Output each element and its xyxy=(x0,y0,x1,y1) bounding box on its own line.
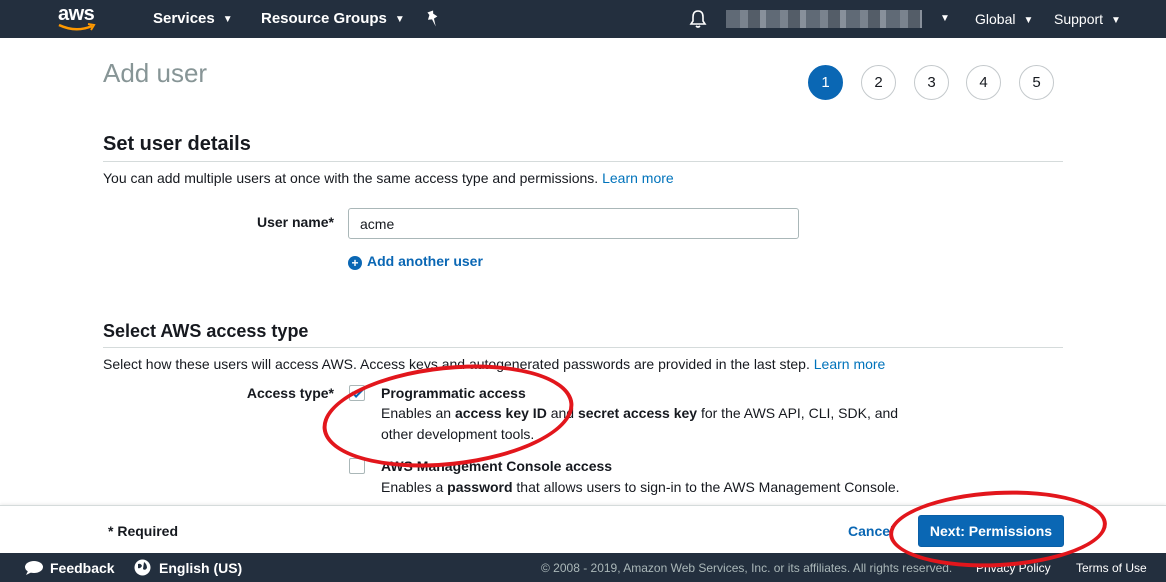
programmatic-access-title: Programmatic access xyxy=(381,385,526,401)
step-2[interactable]: 2 xyxy=(861,65,896,100)
feedback-label: Feedback xyxy=(50,560,115,576)
divider xyxy=(103,161,1063,162)
desc-text: that allows users to sign-in to the AWS … xyxy=(512,479,900,495)
user-details-heading: Set user details xyxy=(103,133,251,155)
add-another-user-button[interactable]: + Add another user xyxy=(348,253,483,270)
desc-emphasis: access key ID xyxy=(454,405,547,421)
language-selector[interactable]: English (US) xyxy=(134,553,242,582)
chevron-down-icon[interactable]: ▼ xyxy=(940,0,950,38)
step-4[interactable]: 4 xyxy=(966,65,1001,100)
user-details-description: You can add multiple users at once with … xyxy=(103,170,674,186)
aws-smile-icon xyxy=(58,23,96,31)
bell-icon[interactable] xyxy=(689,9,707,29)
programmatic-access-checkbox[interactable] xyxy=(349,385,365,401)
user-name-label: User name* xyxy=(256,214,334,230)
desc-emphasis: secret access key xyxy=(577,405,698,421)
aws-logo[interactable]: aws xyxy=(56,3,102,35)
top-navigation-bar: aws Services ▼ Resource Groups ▼ ▼ Global ▼… xyxy=(0,0,1166,38)
chevron-down-icon: ▼ xyxy=(394,14,405,25)
resource-groups-menu[interactable]: Resource Groups ▼ xyxy=(261,0,405,38)
learn-more-link[interactable]: Learn more xyxy=(602,170,674,186)
desc-text: Enables a xyxy=(381,479,448,495)
user-name-input[interactable] xyxy=(348,208,799,239)
desc-text: and xyxy=(546,405,578,421)
desc-text: Enables an xyxy=(381,405,455,421)
learn-more-link[interactable]: Learn more xyxy=(814,356,886,372)
chat-bubble-icon xyxy=(25,561,43,575)
console-access-checkbox[interactable] xyxy=(349,458,365,474)
programmatic-access-description: Enables an access key ID and secret acce… xyxy=(381,403,921,445)
region-menu[interactable]: Global ▼ xyxy=(975,0,1033,38)
console-footer: Feedback English (US) © 2008 - 2019, Ama… xyxy=(0,553,1166,582)
console-access-title: AWS Management Console access xyxy=(381,458,613,474)
pin-icon[interactable] xyxy=(425,10,441,28)
terms-of-use-link[interactable]: Terms of Use xyxy=(1076,553,1147,582)
console-access-description: Enables a password that allows users to … xyxy=(381,477,921,498)
copyright-text: © 2008 - 2019, Amazon Web Services, Inc.… xyxy=(541,561,953,575)
desc-emphasis: password xyxy=(447,479,513,495)
support-menu[interactable]: Support ▼ xyxy=(1054,0,1121,38)
privacy-policy-link[interactable]: Privacy Policy xyxy=(976,553,1051,582)
resource-groups-label: Resource Groups xyxy=(261,10,387,27)
feedback-button[interactable]: Feedback xyxy=(24,553,115,582)
access-type-description: Select how these users will access AWS. … xyxy=(103,356,885,372)
required-note: * Required xyxy=(108,523,179,539)
chevron-down-icon: ▼ xyxy=(1111,15,1121,26)
cancel-button[interactable]: Cancel xyxy=(848,523,894,539)
access-type-label: Access type* xyxy=(246,385,334,401)
next-permissions-button[interactable]: Next: Permissions xyxy=(918,515,1064,547)
access-type-heading: Select AWS access type xyxy=(103,321,309,341)
page-title: Add user xyxy=(103,58,208,88)
step-3[interactable]: 3 xyxy=(914,65,949,100)
step-5[interactable]: 5 xyxy=(1019,65,1054,100)
account-name-redacted[interactable] xyxy=(726,10,922,28)
chevron-down-icon: ▼ xyxy=(1023,15,1034,26)
services-menu[interactable]: Services ▼ xyxy=(153,0,233,38)
services-label: Services xyxy=(153,10,215,27)
region-label: Global xyxy=(975,11,1016,27)
support-label: Support xyxy=(1054,11,1104,27)
language-label: English (US) xyxy=(159,560,243,576)
plus-circle-icon: + xyxy=(348,256,362,270)
chevron-down-icon: ▼ xyxy=(222,14,233,25)
globe-icon xyxy=(134,559,151,576)
access-type-description-text: Select how these users will access AWS. … xyxy=(103,356,810,372)
add-another-user-label: Add another user xyxy=(367,253,483,269)
user-details-description-text: You can add multiple users at once with … xyxy=(103,170,599,186)
divider xyxy=(103,347,1063,348)
step-1[interactable]: 1 xyxy=(808,65,843,100)
wizard-action-bar: * Required Cancel Next: Permissions xyxy=(0,505,1166,553)
